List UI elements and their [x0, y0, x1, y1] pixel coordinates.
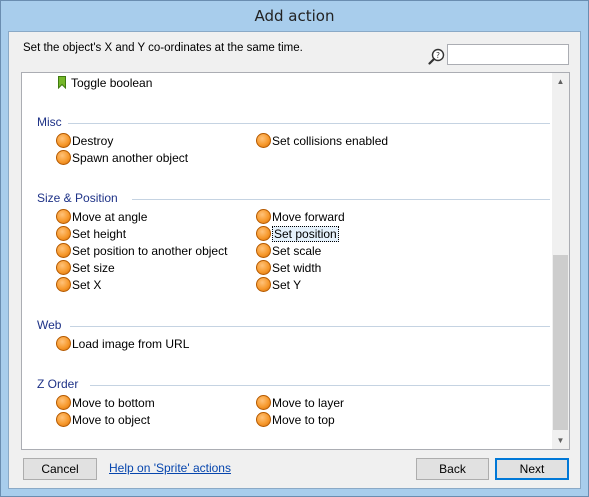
cancel-button[interactable]: Cancel [23, 458, 97, 480]
action-description: Set the object's X and Y co-ordinates at… [23, 42, 303, 54]
back-button[interactable]: Back [416, 458, 489, 480]
section-title-web: Web [37, 318, 62, 332]
action-list-content: Toggle boolean Misc Destroy Set collisio… [22, 73, 553, 449]
scroll-down-icon[interactable]: ▼ [552, 432, 569, 449]
action-label: Spawn another object [72, 151, 189, 165]
action-set-x[interactable]: Set X [56, 277, 101, 294]
action-icon [56, 260, 71, 276]
green-bookmark-icon [58, 75, 66, 89]
action-set-collisions-enabled[interactable]: Set collisions enabled [256, 133, 388, 150]
window-title: Add action [254, 7, 335, 25]
action-label: Set Y [272, 278, 302, 292]
action-move-to-bottom[interactable]: Move to bottom [56, 395, 155, 412]
action-set-height[interactable]: Set height [56, 226, 126, 243]
help-link[interactable]: Help on 'Sprite' actions [109, 461, 231, 475]
svg-text:?: ? [436, 51, 440, 60]
section-title-misc: Misc [37, 115, 62, 129]
action-label: Move to top [272, 413, 335, 427]
action-load-image-from-url[interactable]: Load image from URL [56, 336, 189, 353]
list-item-label: Toggle boolean [71, 76, 153, 90]
action-set-size[interactable]: Set size [56, 260, 115, 277]
dialog-window: Add action Set the object's X and Y co-o… [0, 0, 589, 497]
action-label: Set collisions enabled [272, 134, 389, 148]
action-icon [56, 336, 71, 352]
section-title-size-position: Size & Position [37, 191, 118, 205]
action-icon [256, 209, 271, 225]
action-label: Set size [72, 261, 115, 275]
action-label: Set scale [272, 244, 322, 258]
action-icon [256, 412, 271, 428]
search-icon[interactable]: ? [428, 48, 446, 66]
action-label: Load image from URL [72, 337, 190, 351]
action-list[interactable]: Toggle boolean Misc Destroy Set collisio… [21, 72, 570, 450]
action-label: Set position [272, 226, 339, 242]
section-divider [70, 326, 550, 327]
dialog-client: Set the object's X and Y co-ordinates at… [8, 31, 581, 489]
action-move-at-angle[interactable]: Move at angle [56, 209, 147, 226]
action-icon [56, 243, 71, 259]
action-label: Move to bottom [72, 396, 155, 410]
action-icon [56, 412, 71, 428]
action-spawn-another-object[interactable]: Spawn another object [56, 150, 188, 167]
scrollbar-thumb[interactable] [553, 255, 568, 430]
action-move-forward[interactable]: Move forward [256, 209, 345, 226]
vertical-scrollbar[interactable]: ▲ ▼ [552, 73, 569, 449]
action-label: Set width [272, 261, 322, 275]
section-title-z-order: Z Order [37, 377, 79, 391]
action-icon [256, 260, 271, 276]
action-label: Set position to another object [72, 244, 228, 258]
action-icon [256, 243, 271, 259]
action-icon [256, 133, 271, 149]
section-divider [90, 385, 550, 386]
action-label: Set height [72, 227, 127, 241]
section-divider [68, 123, 550, 124]
next-button[interactable]: Next [495, 458, 569, 480]
list-item-toggle-boolean[interactable]: Toggle boolean [58, 75, 152, 92]
action-label: Set X [72, 278, 102, 292]
action-set-position[interactable]: Set position [256, 226, 339, 243]
action-icon [56, 209, 71, 225]
action-icon [56, 133, 71, 149]
search-input[interactable] [447, 44, 569, 65]
action-label: Move to object [72, 413, 151, 427]
action-icon [256, 226, 271, 242]
action-icon [56, 395, 71, 411]
action-label: Move forward [272, 210, 345, 224]
action-set-y[interactable]: Set Y [256, 277, 301, 294]
action-icon [56, 150, 71, 166]
action-label: Move to layer [272, 396, 345, 410]
action-move-to-top[interactable]: Move to top [256, 412, 335, 429]
action-destroy[interactable]: Destroy [56, 133, 113, 150]
action-icon [256, 277, 271, 293]
action-set-width[interactable]: Set width [256, 260, 321, 277]
action-icon [56, 226, 71, 242]
action-icon [56, 277, 71, 293]
action-move-to-object[interactable]: Move to object [56, 412, 150, 429]
section-divider [132, 199, 550, 200]
action-icon [256, 395, 271, 411]
action-set-position-to-another-object[interactable]: Set position to another object [56, 243, 227, 260]
scroll-up-icon[interactable]: ▲ [552, 73, 569, 90]
action-label: Move at angle [72, 210, 148, 224]
action-move-to-layer[interactable]: Move to layer [256, 395, 344, 412]
action-set-scale[interactable]: Set scale [256, 243, 321, 260]
action-label: Destroy [72, 134, 114, 148]
